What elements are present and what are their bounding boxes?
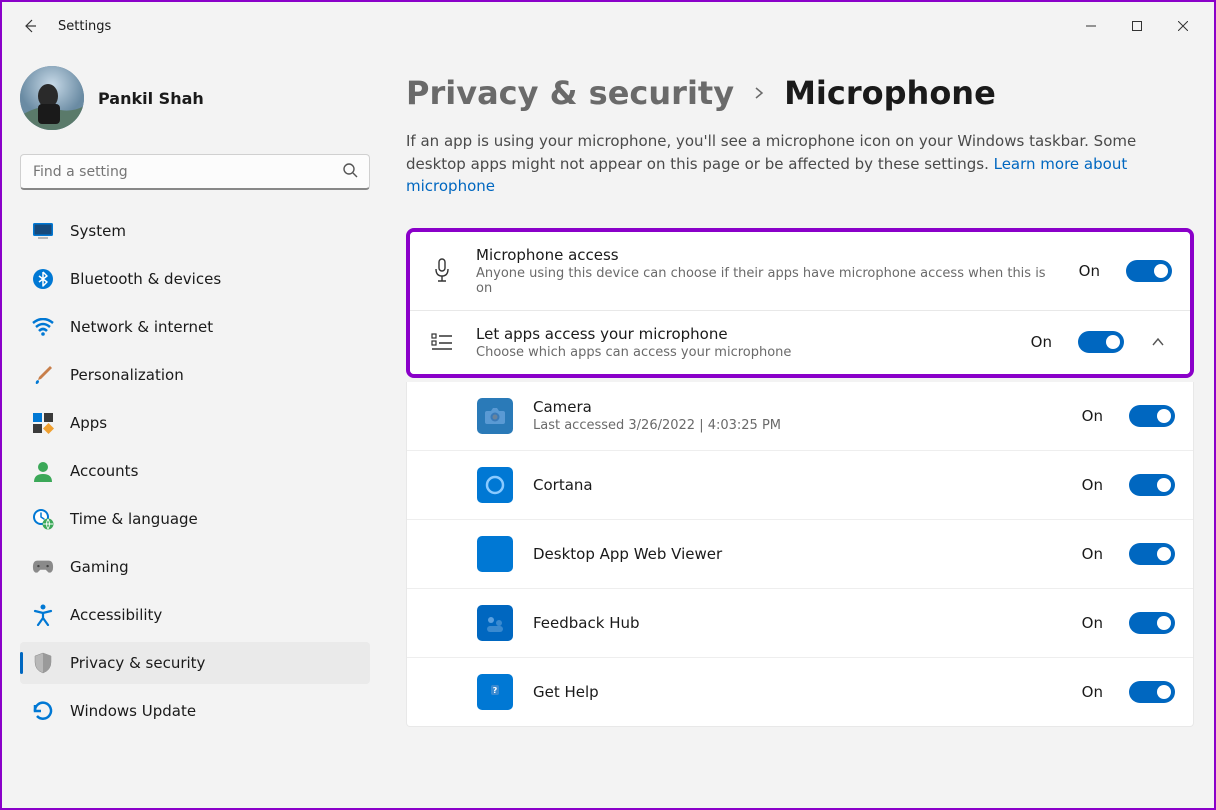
wifi-icon xyxy=(32,316,54,338)
toggle-state: On xyxy=(1082,407,1103,425)
sidebar-item-gaming[interactable]: Gaming xyxy=(20,546,370,588)
nav-label: Network & internet xyxy=(70,318,213,336)
nav-list: System Bluetooth & devices Network & int… xyxy=(20,210,370,732)
brush-icon xyxy=(32,364,54,386)
clock-globe-icon xyxy=(32,508,54,530)
highlighted-section: Microphone access Anyone using this devi… xyxy=(406,228,1194,378)
generic-app-icon xyxy=(477,536,513,572)
toggle-state: On xyxy=(1082,476,1103,494)
app-toggle[interactable] xyxy=(1129,474,1175,496)
app-name: Feedback Hub xyxy=(533,614,1062,632)
app-row-feedback-hub: Feedback Hub On xyxy=(407,588,1193,657)
sidebar-item-privacy-security[interactable]: Privacy & security xyxy=(20,642,370,684)
profile-name: Pankil Shah xyxy=(98,89,204,108)
toggle-state: On xyxy=(1031,333,1052,351)
camera-app-icon xyxy=(477,398,513,434)
avatar xyxy=(20,66,84,130)
app-list-icon xyxy=(428,333,456,351)
app-name: Get Help xyxy=(533,683,1062,701)
sidebar-item-system[interactable]: System xyxy=(20,210,370,252)
app-access-card: Let apps access your microphone Choose w… xyxy=(410,311,1190,374)
breadcrumb: Privacy & security Microphone xyxy=(406,74,1194,112)
nav-label: Privacy & security xyxy=(70,654,205,672)
help-app-icon: ? xyxy=(477,674,513,710)
nav-label: Accounts xyxy=(70,462,138,480)
app-row-cortana: Cortana On xyxy=(407,450,1193,519)
setting-subtitle: Choose which apps can access your microp… xyxy=(476,345,1011,360)
setting-subtitle: Anyone using this device can choose if t… xyxy=(476,266,1059,296)
shield-icon xyxy=(32,652,54,674)
nav-label: Apps xyxy=(70,414,107,432)
update-icon xyxy=(32,700,54,722)
app-toggle[interactable] xyxy=(1129,681,1175,703)
user-profile[interactable]: Pankil Shah xyxy=(20,50,370,154)
breadcrumb-current: Microphone xyxy=(784,74,996,112)
setting-title: Microphone access xyxy=(476,246,1059,264)
sidebar-item-accounts[interactable]: Accounts xyxy=(20,450,370,492)
main-content: Privacy & security Microphone If an app … xyxy=(382,50,1214,808)
microphone-access-card: Microphone access Anyone using this devi… xyxy=(410,232,1190,311)
setting-title: Let apps access your microphone xyxy=(476,325,1011,343)
expand-button[interactable] xyxy=(1144,335,1172,349)
nav-label: Windows Update xyxy=(70,702,196,720)
search-box xyxy=(20,154,370,190)
minimize-icon xyxy=(1086,21,1096,31)
gamepad-icon xyxy=(32,556,54,578)
system-icon xyxy=(32,220,54,242)
maximize-icon xyxy=(1132,21,1142,31)
accessibility-icon xyxy=(32,604,54,626)
nav-label: System xyxy=(70,222,126,240)
toggle-state: On xyxy=(1082,683,1103,701)
app-name: Cortana xyxy=(533,476,1062,494)
app-toggle[interactable] xyxy=(1129,543,1175,565)
chevron-up-icon xyxy=(1151,335,1165,349)
maximize-button[interactable] xyxy=(1114,10,1160,42)
nav-label: Gaming xyxy=(70,558,129,576)
nav-label: Time & language xyxy=(70,510,198,528)
app-row-get-help: ? Get Help On xyxy=(407,657,1193,726)
toggle-state: On xyxy=(1082,614,1103,632)
sidebar-item-accessibility[interactable]: Accessibility xyxy=(20,594,370,636)
page-description: If an app is using your microphone, you'… xyxy=(406,130,1194,198)
microphone-icon xyxy=(428,258,456,284)
app-access-toggle[interactable] xyxy=(1078,331,1124,353)
close-button[interactable] xyxy=(1160,10,1206,42)
sidebar: Pankil Shah System Bluetooth & devices N… xyxy=(2,50,382,808)
bluetooth-icon xyxy=(32,268,54,290)
sidebar-item-network[interactable]: Network & internet xyxy=(20,306,370,348)
cortana-app-icon xyxy=(477,467,513,503)
breadcrumb-parent[interactable]: Privacy & security xyxy=(406,74,734,112)
apps-icon xyxy=(32,412,54,434)
chevron-right-icon xyxy=(752,81,766,105)
nav-label: Bluetooth & devices xyxy=(70,270,221,288)
app-row-camera: Camera Last accessed 3/26/2022 | 4:03:25… xyxy=(407,382,1193,450)
feedback-app-icon xyxy=(477,605,513,641)
search-icon xyxy=(342,162,358,182)
search-input[interactable] xyxy=(20,154,370,190)
sidebar-item-windows-update[interactable]: Windows Update xyxy=(20,690,370,732)
close-icon xyxy=(1178,21,1188,31)
sidebar-item-bluetooth[interactable]: Bluetooth & devices xyxy=(20,258,370,300)
person-icon xyxy=(32,460,54,482)
nav-label: Accessibility xyxy=(70,606,162,624)
app-toggle[interactable] xyxy=(1129,612,1175,634)
arrow-left-icon xyxy=(22,18,38,34)
microphone-access-toggle[interactable] xyxy=(1126,260,1172,282)
sidebar-item-apps[interactable]: Apps xyxy=(20,402,370,444)
toggle-state: On xyxy=(1082,545,1103,563)
sidebar-item-personalization[interactable]: Personalization xyxy=(20,354,370,396)
window-title: Settings xyxy=(58,19,111,34)
minimize-button[interactable] xyxy=(1068,10,1114,42)
back-button[interactable] xyxy=(10,6,50,46)
app-name: Desktop App Web Viewer xyxy=(533,545,1062,563)
sidebar-item-time-language[interactable]: Time & language xyxy=(20,498,370,540)
toggle-state: On xyxy=(1079,262,1100,280)
svg-text:?: ? xyxy=(493,686,498,695)
app-list: Camera Last accessed 3/26/2022 | 4:03:25… xyxy=(406,382,1194,727)
app-subtitle: Last accessed 3/26/2022 | 4:03:25 PM xyxy=(533,418,1062,433)
app-toggle[interactable] xyxy=(1129,405,1175,427)
nav-label: Personalization xyxy=(70,366,184,384)
app-name: Camera xyxy=(533,398,1062,416)
app-row-desktop-viewer: Desktop App Web Viewer On xyxy=(407,519,1193,588)
